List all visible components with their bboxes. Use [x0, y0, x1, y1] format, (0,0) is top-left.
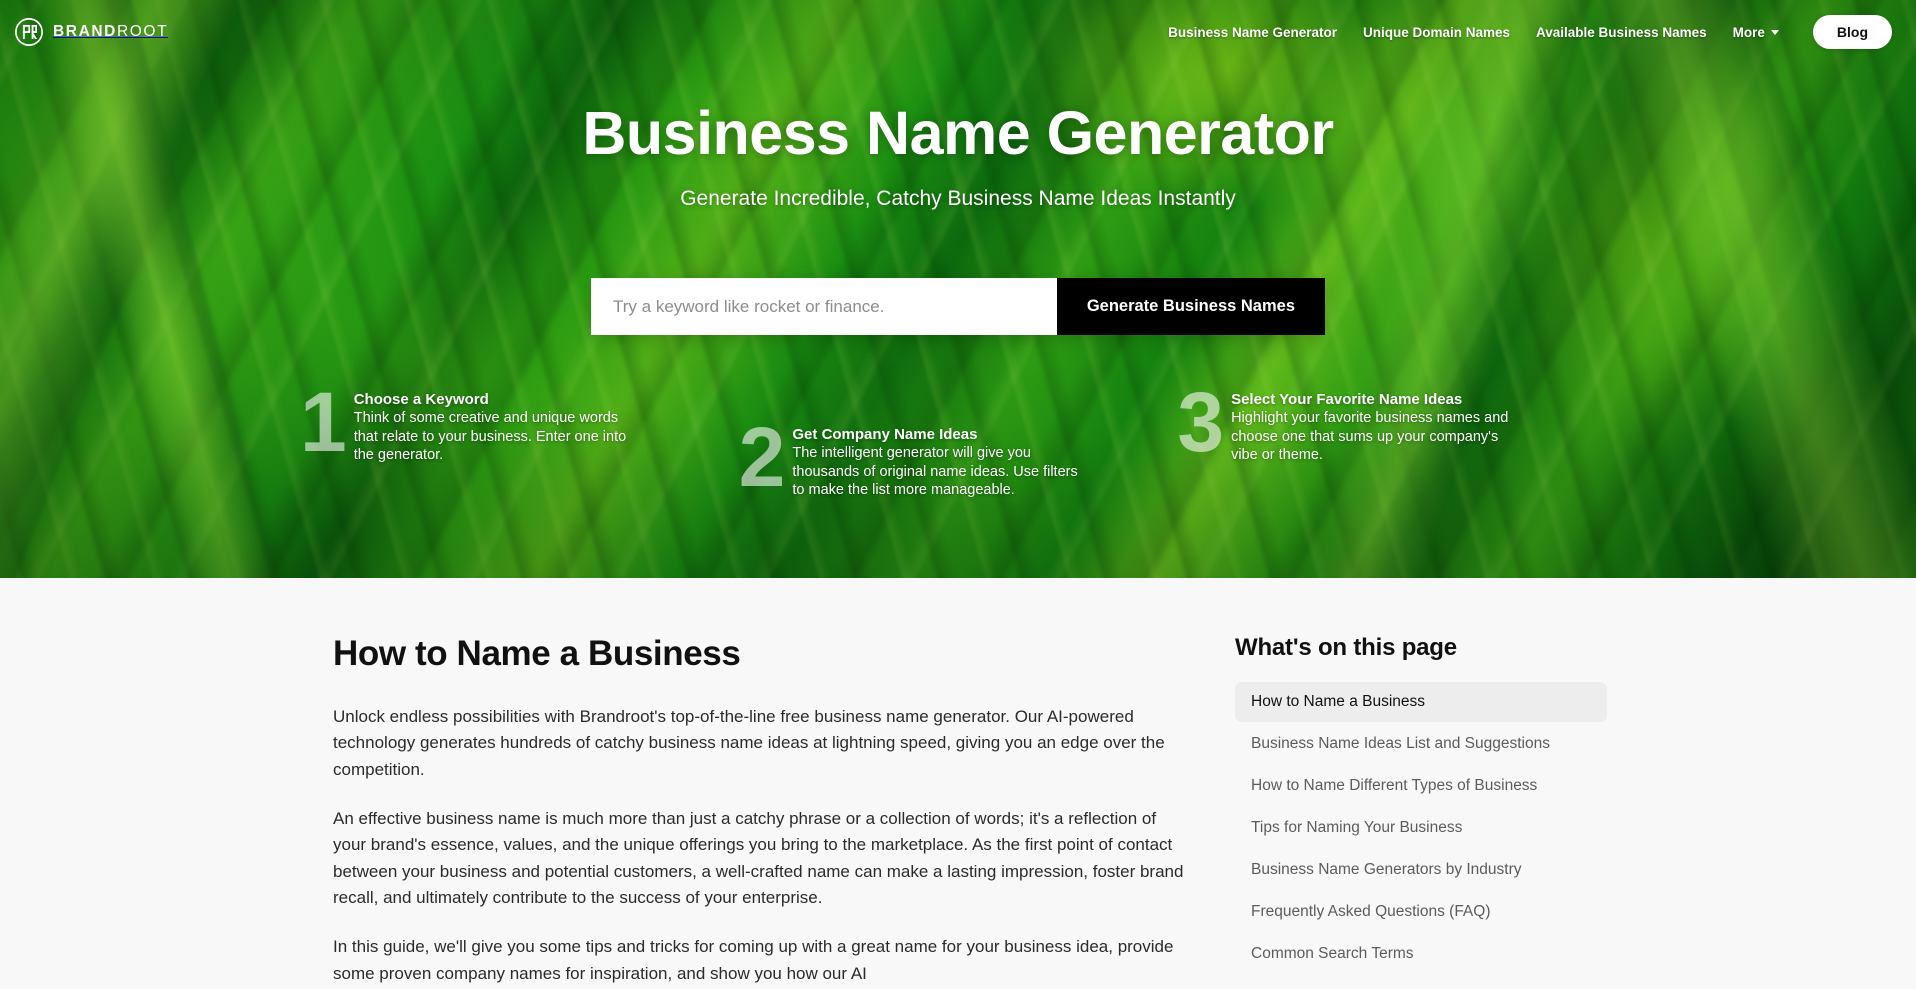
article-paragraph: Unlock endless possibilities with Brandr… [333, 707, 1165, 779]
article-paragraph: An effective business name is much more … [333, 809, 1184, 908]
table-of-contents: What's on this page How to Name a Busine… [1235, 634, 1607, 989]
step-number: 2 [738, 410, 786, 504]
brand-name-light: ROOT [116, 23, 169, 40]
article-column: How to Name a Business Unlock endless po… [333, 634, 1185, 989]
toc-item-generators-by-industry[interactable]: Business Name Generators by Industry [1235, 850, 1607, 890]
step-description: Think of some creative and unique words … [353, 410, 627, 464]
article-heading: How to Name a Business [333, 634, 741, 673]
keyword-search-bar: Generate Business Names [591, 278, 1325, 336]
chevron-down-icon [1770, 29, 1779, 35]
nav-link-available-business-names[interactable]: Available Business Names [1536, 25, 1707, 40]
step-number: 3 [1177, 375, 1224, 469]
page-title: Business Name Generator [582, 99, 1334, 167]
step-title: Select Your Favorite Name Ideas [1231, 391, 1463, 408]
step-body: Choose a Keyword Think of some creative … [354, 388, 644, 465]
nav-links-group: Business Name Generator Unique Domain Na… [1168, 15, 1892, 49]
toc-item-business-name-ideas-list[interactable]: Business Name Ideas List and Suggestions [1235, 724, 1607, 764]
nav-more-dropdown[interactable]: More [1733, 25, 1779, 40]
step-title: Choose a Keyword [353, 391, 489, 408]
nav-link-business-name-generator[interactable]: Business Name Generator [1168, 25, 1337, 40]
step-body: Get Company Name Ideas The intelligent g… [792, 423, 1082, 500]
toc-item-how-to-name-a-business[interactable]: How to Name a Business [1235, 682, 1607, 722]
brand-logo[interactable]: BRANDROOT [14, 17, 168, 47]
toc-item-common-search-terms[interactable]: Common Search Terms [1235, 934, 1607, 974]
generate-business-names-button[interactable]: Generate Business Names [1056, 278, 1325, 336]
nav-link-unique-domain-names[interactable]: Unique Domain Names [1363, 25, 1510, 40]
step-item: 3 Select Your Favorite Name Ideas Highli… [1177, 375, 1616, 500]
toc-title: What's on this page [1235, 634, 1457, 661]
toc-item-different-types-of-business[interactable]: How to Name Different Types of Business [1235, 766, 1607, 806]
nav-more-label: More [1732, 24, 1765, 40]
brand-logo-text: BRANDROOT [53, 23, 168, 41]
blog-button[interactable]: Blog [1812, 15, 1892, 49]
step-description: The intelligent generator will give you … [792, 445, 1078, 499]
step-number: 1 [300, 375, 347, 469]
how-it-works-steps: 1 Choose a Keyword Think of some creativ… [0, 375, 1916, 504]
hero-section: BRANDROOT Business Name Generator Unique… [0, 0, 1916, 578]
brand-name-bold: BRAND [53, 23, 117, 40]
keyword-search-input[interactable] [591, 278, 1057, 336]
page-content: How to Name a Business Unlock endless po… [0, 578, 1916, 989]
step-item: 1 Choose a Keyword Think of some creativ… [300, 375, 739, 500]
main-navigation: BRANDROOT Business Name Generator Unique… [0, 0, 1916, 64]
brandroot-circle-monogram-icon [15, 18, 43, 46]
step-item: 2 Get Company Name Ideas The intelligent… [738, 410, 1178, 504]
step-body: Select Your Favorite Name Ideas Highligh… [1231, 388, 1521, 465]
toc-list: How to Name a Business Business Name Ide… [1235, 682, 1607, 974]
article-paragraph: In this guide, we'll give you some tips … [333, 937, 1174, 983]
toc-item-faq[interactable]: Frequently Asked Questions (FAQ) [1235, 892, 1607, 932]
hero-subtitle: Generate Incredible, Catchy Business Nam… [680, 187, 1236, 211]
toc-item-tips-for-naming[interactable]: Tips for Naming Your Business [1235, 808, 1607, 848]
step-description: Highlight your favorite business names a… [1231, 410, 1509, 464]
step-title: Get Company Name Ideas [792, 426, 978, 443]
